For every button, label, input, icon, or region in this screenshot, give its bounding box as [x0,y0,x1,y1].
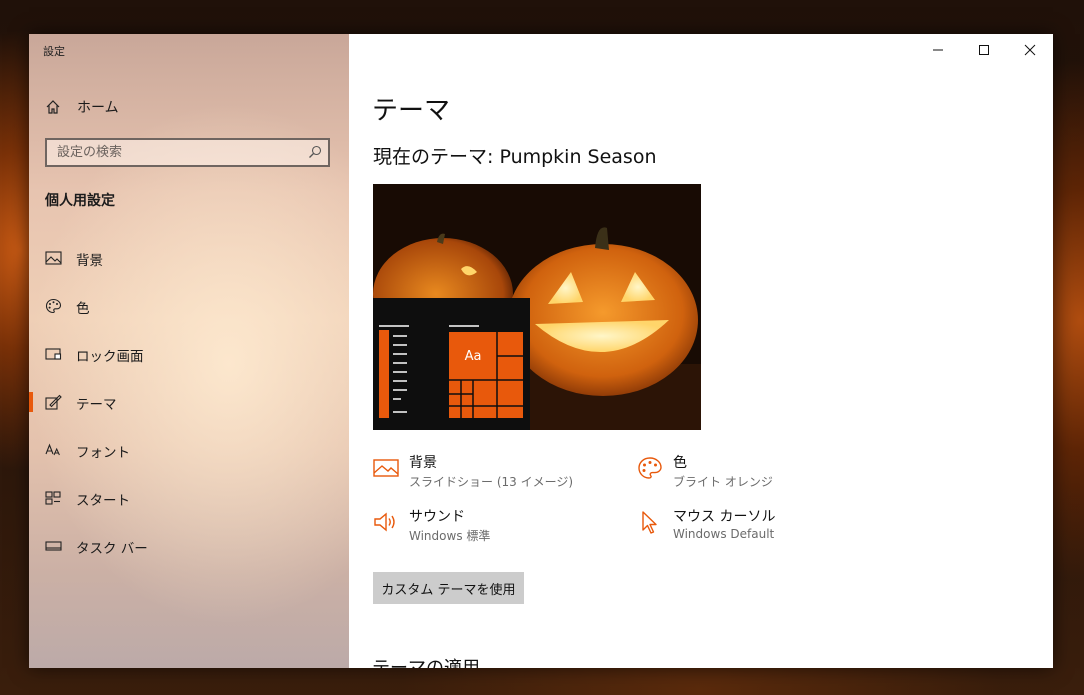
home-icon [46,100,60,114]
prop-title: サウンド [409,509,465,525]
prop-title: 背景 [409,455,437,471]
theme-prop-cursor[interactable]: マウス カーソル Windows Default [637,506,897,550]
sidebar-item-label: テーマ [76,397,117,413]
sidebar-item-color[interactable]: 色 [29,282,349,330]
start-icon [45,491,61,505]
prop-subtitle: Windows Default [673,527,775,541]
font-icon [45,443,60,456]
picture-icon [373,459,399,477]
settings-window: 設定 ホーム 個人用設定 背景 [29,34,1053,668]
sidebar-home[interactable]: ホーム [45,95,119,119]
close-icon [1024,44,1036,56]
palette-icon [45,298,62,314]
maximize-button[interactable] [961,34,1007,66]
sidebar-item-background[interactable]: 背景 [29,234,349,282]
prop-subtitle: ブライト オレンジ [673,475,773,489]
sidebar-item-label: 背景 [76,253,103,269]
home-label: ホーム [77,100,119,116]
cursor-icon [642,511,657,534]
theme-prop-sound[interactable]: サウンド Windows 標準 [373,506,633,550]
use-custom-theme-button[interactable]: カスタム テーマを使用 [373,572,524,604]
section-heading: 個人用設定 [45,193,115,209]
close-button[interactable] [1007,34,1053,66]
speaker-icon [374,512,395,532]
apply-theme-heading: テーマの適用 [372,654,480,668]
theme-preview: Aa [373,184,701,430]
theme-prop-background[interactable]: 背景 スライドショー (13 イメージ) [373,452,633,496]
search-input[interactable] [47,144,299,161]
sidebar-nav: 背景 色 ロック画面 テーマ フォント スタート タスク バー [29,234,349,570]
sidebar-item-label: 色 [76,301,90,317]
sidebar-item-font[interactable]: フォント [29,426,349,474]
search-icon[interactable] [308,145,322,159]
maximize-icon [979,45,989,55]
minimize-button[interactable] [915,34,961,66]
theme-prop-color[interactable]: 色 ブライト オレンジ [637,452,897,496]
palette-icon [638,457,662,479]
sidebar-item-taskbar[interactable]: タスク バー [29,522,349,570]
theme-preview-image: Aa [373,184,701,430]
sidebar-item-lock-screen[interactable]: ロック画面 [29,330,349,378]
sidebar: 設定 ホーム 個人用設定 背景 [29,34,349,668]
sidebar-item-label: スタート [76,493,130,509]
window-title: 設定 [43,45,65,58]
sidebar-item-theme[interactable]: テーマ [29,378,349,426]
theme-icon [45,394,62,410]
current-theme-label: 現在のテーマ: Pumpkin Season [373,146,657,168]
sidebar-item-label: ロック画面 [76,349,144,365]
caption-buttons [915,34,1053,66]
prop-title: マウス カーソル [673,509,776,525]
page-title: テーマ [372,96,451,126]
preview-tile-text: Aa [465,349,482,364]
taskbar-icon [45,541,62,551]
sidebar-item-label: フォント [76,445,130,461]
prop-subtitle: Windows 標準 [409,529,491,543]
sidebar-item-label: タスク バー [76,541,148,557]
main-content: テーマ 現在のテーマ: Pumpkin Season Aa 背景 スライドショー… [349,34,1053,668]
search-box[interactable] [45,138,330,167]
prop-title: 色 [673,455,687,471]
prop-subtitle: スライドショー (13 イメージ) [409,475,574,489]
lock-screen-icon [45,348,62,360]
minimize-icon [933,49,943,51]
sidebar-item-start[interactable]: スタート [29,474,349,522]
picture-icon [45,251,62,265]
